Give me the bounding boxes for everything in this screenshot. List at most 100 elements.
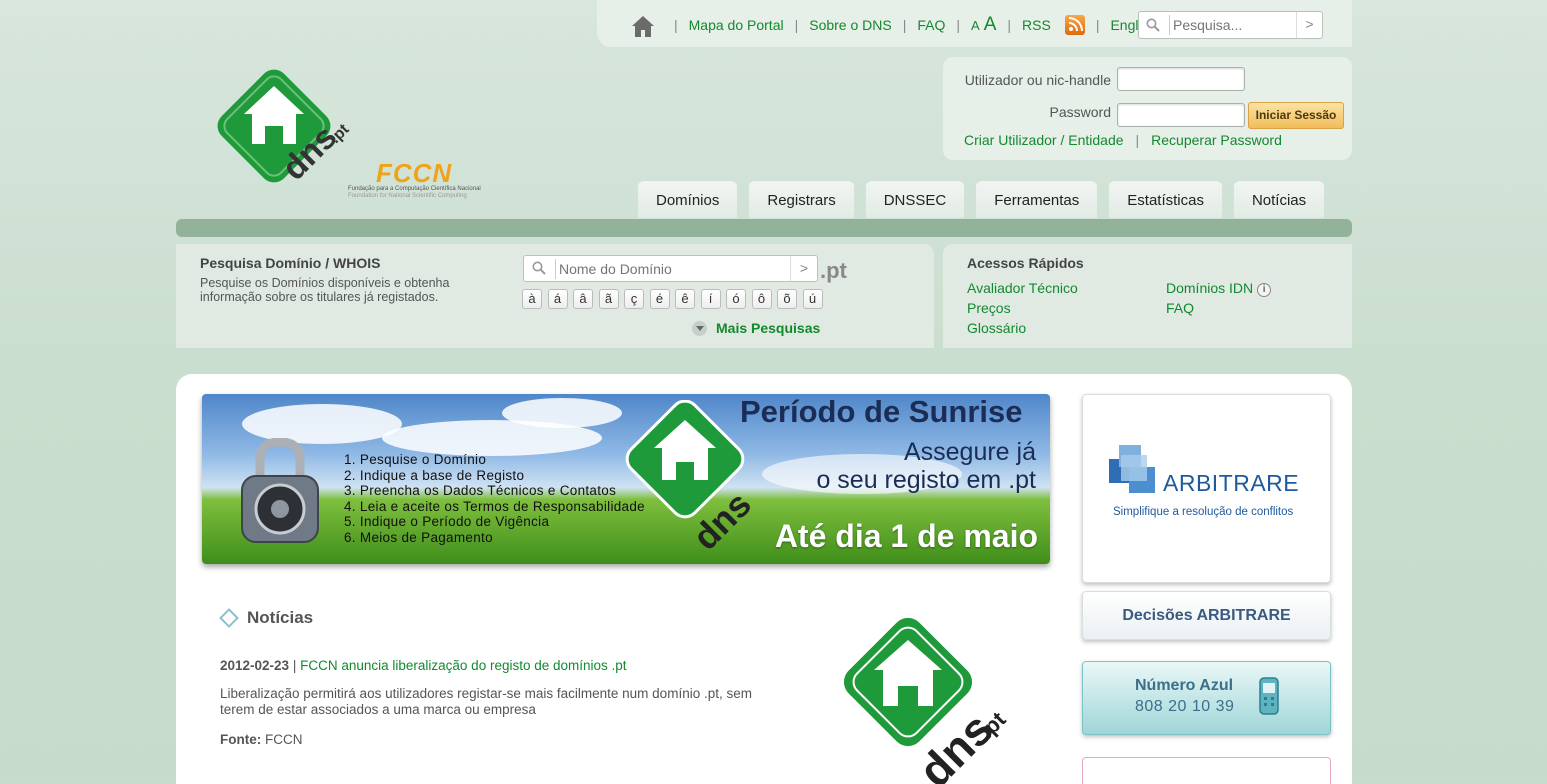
- mobile-phone-icon: [1259, 677, 1279, 715]
- char-button[interactable]: â: [573, 289, 593, 309]
- cloud-shape: [502, 398, 622, 428]
- fccn-subtitle-pt: Fundação para a Computação Científica Na…: [348, 186, 481, 192]
- diamond-icon: [219, 608, 239, 628]
- more-searches-label: Mais Pesquisas: [716, 320, 821, 336]
- arbitrare-name: ARBITRARE: [1163, 470, 1300, 496]
- step-5: 5. Indique o Período de Vigência: [344, 514, 550, 529]
- numero-azul-box[interactable]: Número Azul 808 20 10 39: [1082, 661, 1331, 735]
- link-faq[interactable]: FAQ: [917, 17, 945, 33]
- banner-subtitle: Assegure já o seu registo em .pt: [816, 438, 1036, 494]
- link-quick-faq[interactable]: FAQ: [1166, 300, 1194, 316]
- tab-dominios[interactable]: Domínios: [638, 180, 738, 218]
- banner-title: Período de Sunrise: [740, 394, 1023, 429]
- link-precos[interactable]: Preços: [967, 300, 1011, 316]
- tab-estatisticas[interactable]: Estatísticas: [1109, 180, 1222, 218]
- link-mapa-portal[interactable]: Mapa do Portal: [689, 17, 784, 33]
- domain-search-box: >: [523, 255, 818, 282]
- create-user-link[interactable]: Criar Utilizador / Entidade: [964, 132, 1124, 148]
- quick-access-panel: Acessos Rápidos Avaliador Técnico Preços…: [943, 244, 1352, 348]
- arbitrare-ad[interactable]: ARBITRARE Simplifique a resolução de con…: [1082, 394, 1331, 583]
- link-avaliador-tecnico[interactable]: Avaliador Técnico: [967, 280, 1078, 296]
- recover-password-link[interactable]: Recuperar Password: [1151, 132, 1282, 148]
- domain-search-go-button[interactable]: >: [790, 256, 817, 281]
- login-box: Utilizador ou nic-handle Password Inicia…: [943, 57, 1352, 160]
- tab-noticias[interactable]: Notícias: [1233, 180, 1325, 218]
- domain-name-input[interactable]: [555, 259, 787, 279]
- char-button[interactable]: é: [649, 289, 670, 309]
- banner-subtitle-line2: o seu registo em .pt: [816, 466, 1036, 494]
- domain-search-panel: Pesquisa Domínio / WHOIS Pesquise os Dom…: [176, 244, 934, 348]
- tld-label: .pt: [820, 258, 847, 283]
- domain-search-title: Pesquisa Domínio / WHOIS: [200, 255, 381, 271]
- step-1: 1. Pesquise o Domínio: [344, 452, 487, 467]
- char-button[interactable]: ê: [675, 289, 695, 309]
- more-searches-link[interactable]: Mais Pesquisas: [692, 320, 820, 336]
- char-button[interactable]: á: [547, 289, 568, 309]
- news-source: Fonte: FCCN: [220, 732, 303, 747]
- fccn-wordmark: FCCN: [376, 158, 453, 188]
- site-search-input[interactable]: [1169, 15, 1293, 35]
- login-button[interactable]: Iniciar Sessão: [1248, 102, 1344, 129]
- site-search: >: [1138, 11, 1323, 39]
- char-button[interactable]: ã: [598, 289, 619, 309]
- news-title-link[interactable]: FCCN anuncia liberalização do registo de…: [300, 658, 626, 673]
- arbitrare-slogan: Simplifique a resolução de conflitos: [1113, 506, 1294, 518]
- step-3: 3. Preencha os Dados Técnicos e Contatos: [344, 483, 617, 498]
- idn-item: Domínios IDN i: [1166, 280, 1272, 297]
- tab-registrars[interactable]: Registrars: [749, 180, 854, 218]
- password-field[interactable]: [1117, 103, 1245, 127]
- step-2: 2. Indique a base de Registo: [344, 467, 525, 483]
- utility-bar: | Mapa do Portal | Sobre o DNS | FAQ | A…: [597, 0, 1352, 47]
- font-size-large-button[interactable]: A: [984, 15, 997, 34]
- fccn-subtitle-en: Foundation for National Scientific Compu…: [348, 193, 467, 199]
- char-button[interactable]: ó: [726, 289, 746, 309]
- tab-ferramentas[interactable]: Ferramentas: [976, 180, 1098, 218]
- main-content: 1. Pesquise o Domínio 2. Indique a base …: [176, 374, 1352, 784]
- main-nav: Domínios Registrars DNSSEC Ferramentas E…: [638, 180, 1325, 218]
- username-label: Utilizador ou nic-handle: [964, 72, 1111, 88]
- news-body: Liberalização permitirá aos utilizadores…: [220, 686, 752, 717]
- news-heading-label: Notícias: [247, 608, 314, 627]
- sunrise-steps: 1. Pesquise o Domínio 2. Indique a base …: [344, 452, 645, 545]
- numero-azul-number: 808 20 10 39: [1135, 698, 1235, 715]
- news-source-value: FCCN: [265, 732, 303, 747]
- char-button[interactable]: õ: [777, 289, 797, 309]
- step-4: 4. Leia e aceite os Termos de Responsabi…: [344, 498, 645, 514]
- nav-divider-bar: [176, 219, 1352, 237]
- dns-pt-logo[interactable]: dns .pt: [208, 64, 358, 204]
- fccn-logo[interactable]: FCCN Fundação para a Computação Científi…: [346, 158, 496, 202]
- char-button[interactable]: ô: [751, 289, 772, 309]
- info-icon[interactable]: i: [1257, 283, 1272, 297]
- char-button[interactable]: ú: [802, 289, 823, 309]
- font-size-small-button[interactable]: A: [971, 18, 980, 33]
- link-glossario[interactable]: Glossário: [967, 320, 1026, 336]
- news-source-label: Fonte:: [220, 732, 262, 747]
- search-go-button[interactable]: >: [1296, 12, 1322, 38]
- special-chars: à á â ã ç é ê í ó ô õ ú: [522, 289, 828, 309]
- home-icon[interactable]: [631, 14, 655, 38]
- banner-subtitle-line1: Assegure já: [903, 438, 1036, 466]
- domain-search-description: Pesquise os Domínios disponíveis e obten…: [200, 276, 450, 304]
- username-field[interactable]: [1117, 67, 1245, 91]
- arbitrare-decisions-button[interactable]: Decisões ARBITRARE: [1082, 591, 1331, 640]
- sidebar-next-ad[interactable]: [1082, 757, 1331, 784]
- char-button[interactable]: ç: [624, 289, 644, 309]
- link-dominios-idn[interactable]: Domínios IDN: [1166, 280, 1253, 296]
- link-sobre-dns[interactable]: Sobre o DNS: [809, 17, 891, 33]
- link-rss[interactable]: RSS: [1022, 17, 1051, 33]
- sunrise-banner[interactable]: 1. Pesquise o Domínio 2. Indique a base …: [202, 394, 1050, 564]
- char-button[interactable]: í: [700, 289, 721, 309]
- search-icon: [1146, 18, 1160, 32]
- dns-pt-news-logo: dns .pt: [843, 618, 1011, 784]
- news-item-header: 2012-02-23 | FCCN anuncia liberalização …: [220, 658, 627, 673]
- char-button[interactable]: à: [522, 289, 542, 309]
- search-icon: [532, 261, 546, 275]
- step-6: 6. Meios de Pagamento: [344, 529, 493, 545]
- password-label: Password: [1049, 104, 1111, 120]
- banner-date: Até dia 1 de maio: [774, 518, 1038, 554]
- numero-azul-title: Número Azul: [1135, 677, 1234, 694]
- news-heading: Notícias: [219, 608, 314, 628]
- tab-dnssec[interactable]: DNSSEC: [865, 180, 965, 218]
- news-date: 2012-02-23: [220, 658, 290, 673]
- rss-icon[interactable]: [1064, 15, 1085, 35]
